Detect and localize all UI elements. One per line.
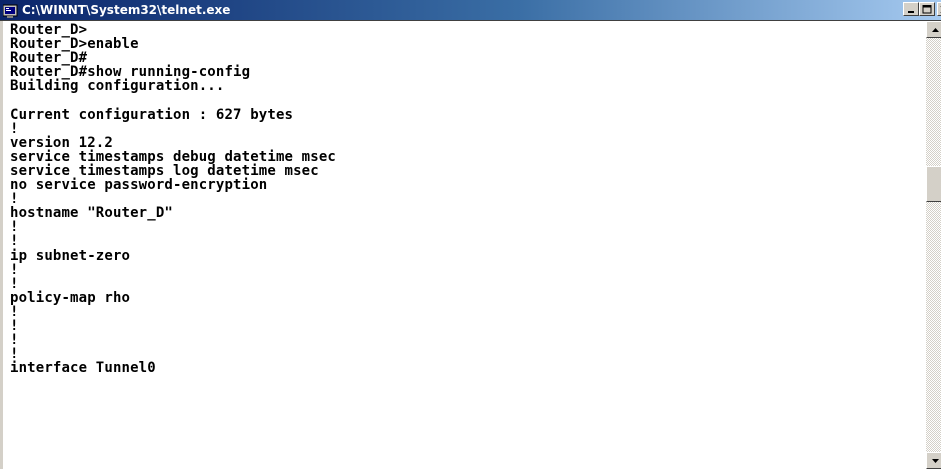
terminal-line: no service password-encryption [10, 177, 268, 194]
terminal-line: ! [10, 219, 19, 236]
maximize-icon [922, 5, 932, 14]
scroll-up-button[interactable] [926, 21, 941, 38]
console-icon[interactable] [2, 3, 18, 18]
terminal-line: ! [10, 317, 19, 334]
terminal-line: ! [10, 191, 19, 208]
vertical-scrollbar[interactable] [926, 21, 941, 469]
terminal-output[interactable]: Router_D> Router_D>enable Router_D# Rout… [10, 23, 924, 469]
title-bar[interactable]: C:\WINNT\System32\telnet.exe [0, 0, 941, 21]
terminal-line: ! [10, 275, 19, 292]
terminal-line: ! [10, 120, 19, 137]
terminal-line: ! [10, 303, 19, 320]
terminal-line: policy-map rho [10, 289, 131, 306]
arrow-down-icon [932, 459, 939, 463]
terminal-line: Router_D#show running-config [10, 64, 251, 81]
terminal-line: ! [10, 261, 19, 278]
terminal-line: ! [10, 332, 19, 349]
terminal-line: service timestamps debug datetime msec [10, 148, 336, 165]
terminal-line: Router_D>enable [10, 36, 139, 53]
maximize-button[interactable] [919, 2, 935, 16]
window-title: C:\WINNT\System32\telnet.exe [22, 3, 231, 17]
terminal-line: ip subnet-zero [10, 247, 131, 264]
minimize-icon [908, 11, 914, 13]
telnet-window: C:\WINNT\System32\telnet.exe Router_D> R… [0, 0, 941, 469]
terminal-line: Current configuration : 627 bytes [10, 106, 294, 123]
terminal-line: version 12.2 [10, 134, 113, 151]
close-button[interactable] [937, 2, 941, 16]
scroll-thumb[interactable] [926, 166, 941, 202]
terminal-line: service timestamps log datetime msec [10, 162, 319, 179]
terminal-line: hostname "Router_D" [10, 205, 173, 222]
terminal-line: Router_D# [10, 50, 88, 67]
terminal-line: Building configuration... [10, 78, 225, 95]
terminal-line: ! [10, 233, 19, 250]
arrow-up-icon [932, 28, 939, 32]
terminal-line: ! [10, 346, 19, 363]
terminal-line: Router_D> [10, 23, 88, 38]
minimize-button[interactable] [903, 2, 919, 16]
terminal-line: interface Tunnel0 [10, 360, 156, 377]
scroll-down-button[interactable] [926, 452, 941, 469]
